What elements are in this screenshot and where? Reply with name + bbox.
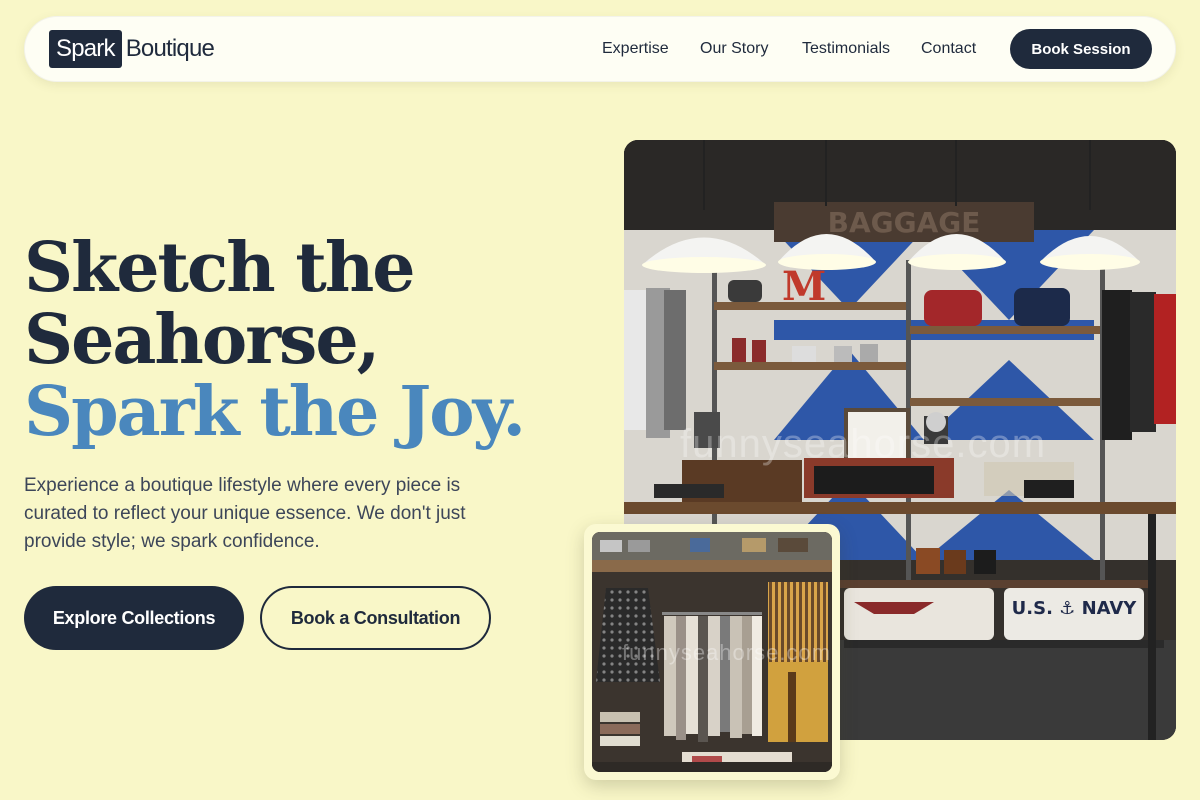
hero-title-accent: Spark the Joy. — [24, 372, 526, 452]
top-navbar: Spark Boutique Expertise Our Story Testi… — [24, 16, 1176, 82]
hero-title-line1: Sketch the — [24, 228, 416, 308]
hero-description: Experience a boutique lifestyle where ev… — [24, 475, 466, 552]
book-session-button[interactable]: Book Session — [1010, 29, 1152, 69]
clothing-rack-image: funnyseahorse.com — [592, 532, 832, 772]
book-consultation-button[interactable]: Book a Consultation — [260, 586, 491, 650]
display-letter: M — [782, 263, 826, 310]
hero-title-line2: Seahorse, — [24, 300, 380, 380]
explore-collections-button[interactable]: Explore Collections — [24, 586, 244, 650]
watermark: funnyseahorse.com — [680, 422, 1047, 466]
nav-link-testimonials[interactable]: Testimonials — [802, 40, 890, 58]
watermark-sub: funnyseahorse.com — [622, 640, 831, 665]
nav-link-expertise[interactable]: Expertise — [602, 40, 669, 58]
hero-title: Sketch the Seahorse, Spark the Joy. — [24, 232, 526, 448]
navy-shirt-text: U.S. ⚓ NAVY — [1012, 598, 1138, 619]
nav-link-our-story[interactable]: Our Story — [700, 40, 768, 58]
clothing-rack-frame: funnyseahorse.com — [584, 524, 840, 780]
nav-links: Expertise Our Story Testimonials Contact — [25, 17, 1175, 83]
nav-link-contact[interactable]: Contact — [921, 40, 976, 58]
